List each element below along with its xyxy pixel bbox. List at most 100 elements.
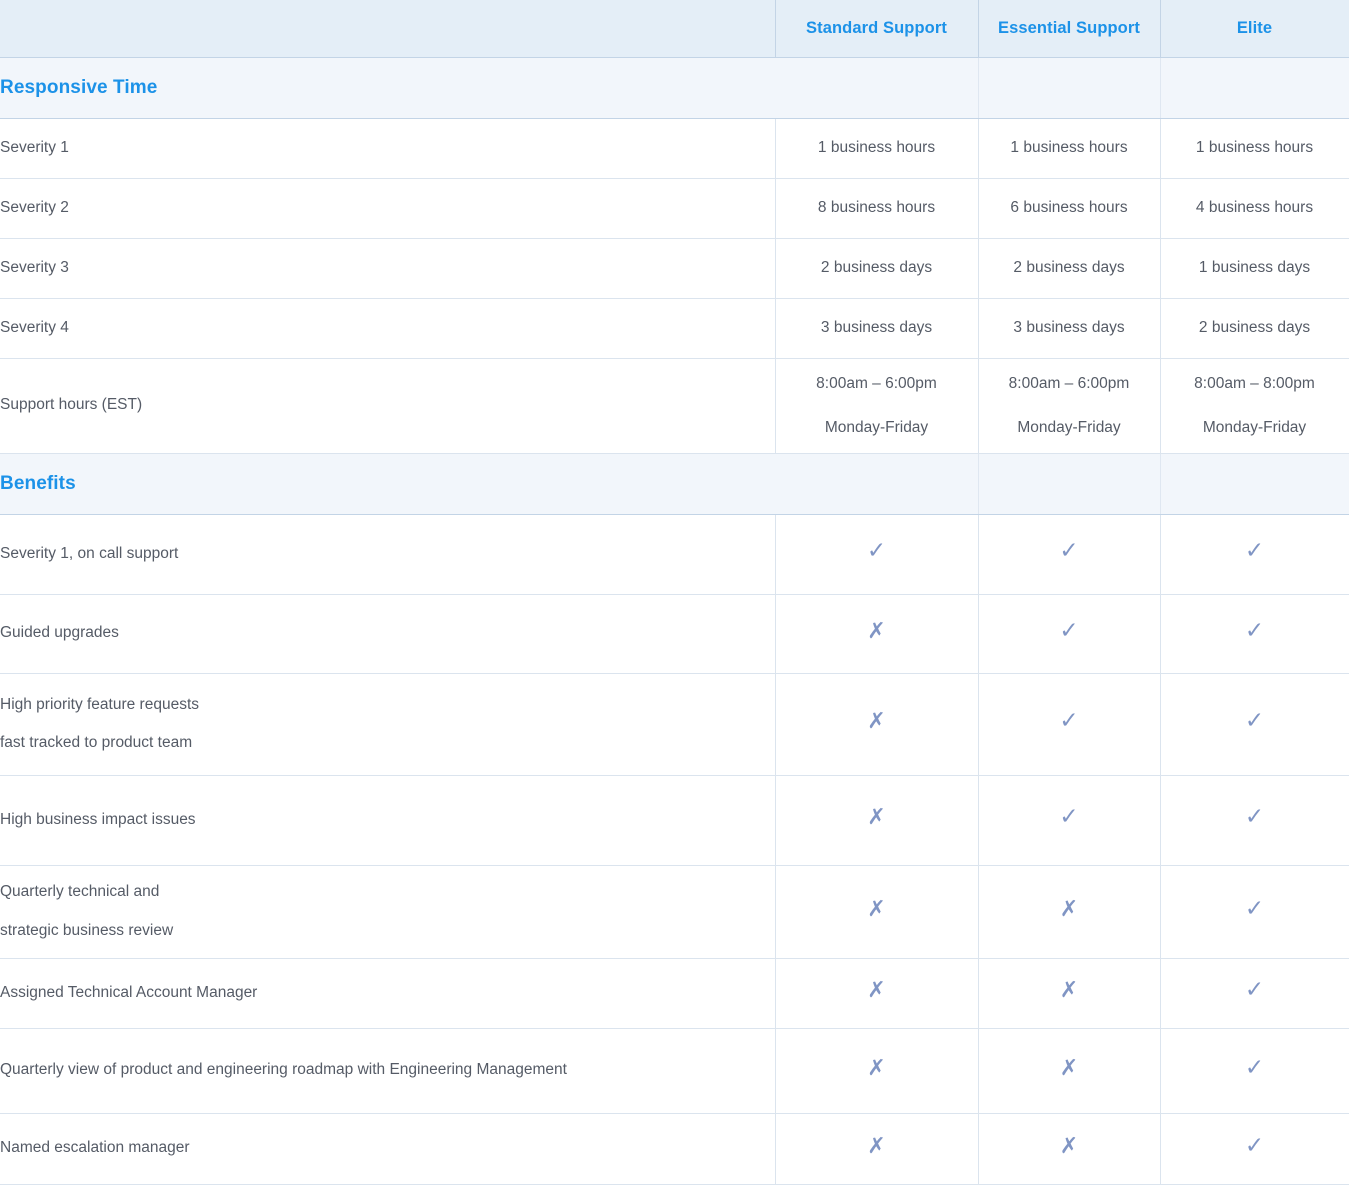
cell-benefit-4-standard: ✗ — [775, 865, 979, 959]
table-row: High business impact issues ✗ ✓ ✓ — [0, 775, 1349, 866]
row-label-severity-4: Severity 4 — [0, 298, 776, 359]
row-label-severity-2: Severity 2 — [0, 178, 776, 239]
cell-support-hours-essential: 8:00am – 6:00pm Monday-Friday — [978, 358, 1161, 454]
support-hours-days: Monday-Friday — [824, 418, 929, 436]
cell-severity-1-elite: 1 business hours — [1160, 118, 1349, 179]
cross-icon: ✗ — [867, 805, 886, 831]
check-icon: ✓ — [1244, 617, 1265, 644]
header-blank-cell — [0, 0, 776, 58]
cell-benefit-7-standard: ✗ — [775, 1113, 979, 1185]
check-icon: ✓ — [1244, 977, 1265, 1004]
row-label-line-1: Quarterly technical and — [0, 883, 160, 901]
row-label-severity-1: Severity 1 — [0, 118, 776, 179]
cell-benefit-1-essential: ✓ — [978, 594, 1161, 674]
section-title-benefits: Benefits — [0, 453, 775, 515]
cross-icon: ✗ — [1059, 1133, 1079, 1159]
table-row: Guided upgrades ✗ ✓ ✓ — [0, 594, 1349, 674]
cross-icon: ✗ — [867, 1055, 886, 1081]
support-hours-time: 8:00am – 8:00pm — [1194, 375, 1315, 393]
row-label-line-2: fast tracked to product team — [0, 734, 193, 751]
cell-severity-2-elite: 4 business hours — [1160, 178, 1349, 239]
section-header-responsive-time: Responsive Time — [0, 57, 1349, 119]
header-plan-elite: Elite — [1160, 0, 1349, 58]
row-label-severity-1-on-call-support: Severity 1, on call support — [0, 514, 776, 595]
row-label-line-2: strategic business review — [0, 921, 174, 939]
cell-support-hours-elite: 8:00am – 8:00pm Monday-Friday — [1160, 358, 1349, 454]
support-hours-time: 8:00am – 6:00pm — [1008, 375, 1130, 393]
cell-benefit-6-essential: ✗ — [978, 1028, 1161, 1114]
cross-icon: ✗ — [867, 978, 886, 1004]
cross-icon: ✗ — [1059, 1055, 1079, 1081]
section-spacer-cell — [978, 57, 1161, 119]
cell-benefit-2-essential: ✓ — [978, 673, 1161, 776]
section-spacer-cell — [775, 453, 979, 515]
table-row: Severity 1 1 business hours 1 business h… — [0, 118, 1349, 179]
check-icon: ✓ — [1244, 1054, 1265, 1081]
support-hours-time: 8:00am – 6:00pm — [816, 375, 937, 393]
check-icon: ✓ — [1059, 617, 1079, 644]
cell-severity-3-elite: 1 business days — [1160, 238, 1349, 299]
cell-severity-1-essential: 1 business hours — [978, 118, 1161, 179]
cell-severity-2-standard: 8 business hours — [775, 178, 979, 239]
row-label-assigned-technical-account-manager: Assigned Technical Account Manager — [0, 958, 776, 1029]
cell-benefit-4-elite: ✓ — [1160, 865, 1349, 959]
cell-severity-4-essential: 3 business days — [978, 298, 1161, 359]
table-row: Quarterly view of product and engineerin… — [0, 1028, 1349, 1114]
check-icon: ✓ — [1059, 708, 1079, 735]
check-icon: ✓ — [1244, 708, 1265, 735]
row-label-named-escalation-manager: Named escalation manager — [0, 1113, 776, 1185]
cell-benefit-6-standard: ✗ — [775, 1028, 979, 1114]
table-row: Severity 2 8 business hours 6 business h… — [0, 178, 1349, 239]
row-label-quarterly-roadmap-view: Quarterly view of product and engineerin… — [0, 1028, 776, 1114]
table-row: Support hours (EST) 8:00am – 6:00pm Mond… — [0, 358, 1349, 454]
cell-benefit-2-standard: ✗ — [775, 673, 979, 776]
cell-benefit-7-elite: ✓ — [1160, 1113, 1349, 1185]
section-spacer-cell — [1160, 453, 1349, 515]
cell-benefit-0-elite: ✓ — [1160, 514, 1349, 595]
cell-severity-4-standard: 3 business days — [775, 298, 979, 359]
cell-benefit-3-standard: ✗ — [775, 775, 979, 866]
row-label-guided-upgrades: Guided upgrades — [0, 594, 776, 674]
section-spacer-cell — [978, 453, 1161, 515]
row-label-support-hours: Support hours (EST) — [0, 358, 776, 454]
cell-benefit-4-essential: ✗ — [978, 865, 1161, 959]
cell-severity-4-elite: 2 business days — [1160, 298, 1349, 359]
header-plan-standard-support: Standard Support — [775, 0, 979, 58]
cross-icon: ✗ — [1059, 978, 1079, 1004]
cross-icon: ✗ — [867, 709, 886, 735]
cell-benefit-5-standard: ✗ — [775, 958, 979, 1029]
cell-benefit-3-elite: ✓ — [1160, 775, 1349, 866]
row-label-high-business-impact-issues: High business impact issues — [0, 775, 776, 866]
section-spacer-cell — [775, 57, 979, 119]
table-row: Quarterly technical and strategic busine… — [0, 865, 1349, 959]
check-icon: ✓ — [1244, 895, 1265, 922]
section-title-responsive-time: Responsive Time — [0, 57, 775, 119]
check-icon: ✓ — [1244, 538, 1265, 565]
cell-severity-3-standard: 2 business days — [775, 238, 979, 299]
table-row: Severity 4 3 business days 3 business da… — [0, 298, 1349, 359]
cross-icon: ✗ — [867, 896, 886, 922]
cell-benefit-7-essential: ✗ — [978, 1113, 1161, 1185]
check-icon: ✓ — [1244, 1132, 1265, 1159]
cell-benefit-2-elite: ✓ — [1160, 673, 1349, 776]
table-row: Assigned Technical Account Manager ✗ ✗ ✓ — [0, 958, 1349, 1029]
support-hours-days: Monday-Friday — [1017, 418, 1121, 436]
cross-icon: ✗ — [867, 1133, 886, 1159]
header-plan-essential-support: Essential Support — [978, 0, 1161, 58]
check-icon: ✓ — [1244, 804, 1265, 831]
check-icon: ✓ — [1059, 804, 1079, 831]
check-icon: ✓ — [866, 538, 887, 565]
support-plan-comparison-table: Standard Support Essential Support Elite… — [0, 0, 1349, 1185]
table-row: High priority feature requests fast trac… — [0, 673, 1349, 776]
check-icon: ✓ — [1059, 538, 1079, 565]
cell-benefit-1-elite: ✓ — [1160, 594, 1349, 674]
row-label-severity-3: Severity 3 — [0, 238, 776, 299]
cell-severity-1-standard: 1 business hours — [775, 118, 979, 179]
cell-benefit-0-essential: ✓ — [978, 514, 1161, 595]
cell-support-hours-standard: 8:00am – 6:00pm Monday-Friday — [775, 358, 979, 454]
cross-icon: ✗ — [867, 618, 886, 644]
cell-benefit-1-standard: ✗ — [775, 594, 979, 674]
row-label-high-priority-feature-requests: High priority feature requests fast trac… — [0, 673, 776, 776]
section-header-benefits: Benefits — [0, 453, 1349, 515]
cell-benefit-5-elite: ✓ — [1160, 958, 1349, 1029]
